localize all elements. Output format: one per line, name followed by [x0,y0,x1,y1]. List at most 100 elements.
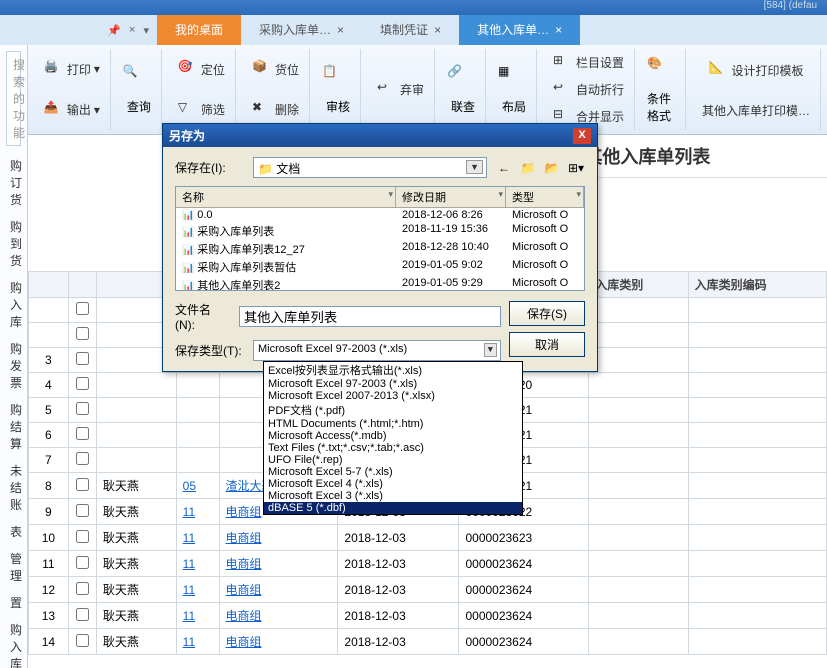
row-checkbox[interactable] [76,452,89,465]
table-row[interactable]: 10耿天燕11电商组2018-12-030000023623 [28,525,826,551]
filename-input[interactable] [239,306,501,327]
row-checkbox[interactable] [76,504,89,517]
sidebar-item[interactable]: 购发票 [0,335,27,396]
inventory-button[interactable]: 📦货位 [248,57,303,81]
col-type[interactable]: 类型 [506,187,584,207]
filetype-select[interactable]: Microsoft Excel 97-2003 (*.xls) [253,340,501,361]
filetype-option[interactable]: Microsoft Excel 4 (*.xls) [264,478,522,490]
filetype-option[interactable]: dBASE 5 (*.dbf) [264,502,522,514]
back-icon[interactable]: ← [495,159,513,177]
sidebar-dropdown-icon[interactable]: ▾ [143,24,149,37]
tab-voucher[interactable]: 填制凭证× [362,15,459,45]
tab-purchase-in[interactable]: 采购入库单…× [241,15,362,45]
cancel-button[interactable]: 取消 [509,332,585,357]
sidebar-item[interactable]: 置 [0,589,27,616]
filetype-option[interactable]: Microsoft Excel 97-2003 (*.xls) [264,378,522,390]
file-row[interactable]: 采购入库单列表暂估2019-01-05 9:02Microsoft O [176,258,584,276]
filetype-option[interactable]: Text Files (*.txt;*.csv;*.tab;*.asc) [264,442,522,454]
print-button[interactable]: 🖨️打印 ▾ [40,57,104,81]
filetype-option[interactable]: Microsoft Excel 5-7 (*.xls) [264,466,522,478]
delete-icon: ✖ [252,100,272,120]
sidebar-item[interactable]: 表 [0,518,27,545]
filetype-option[interactable]: Microsoft Excel 3 (*.xls) [264,490,522,502]
link-icon: 🔗 [447,64,479,96]
cond-format-button[interactable]: 🎨条件格式 [647,56,679,124]
filetype-option[interactable]: UFO File(*.rep) [264,454,522,466]
row-checkbox[interactable] [76,427,89,440]
output-button[interactable]: 📤输出 ▾ [40,98,104,122]
sidebar-item[interactable]: 购入库 [0,616,27,668]
filename-label: 文件名(N): [175,301,231,332]
other-print-button[interactable]: 其他入库单打印模… [698,100,814,121]
up-folder-icon[interactable]: 📁 [519,159,537,177]
table-row[interactable]: 12耿天燕11电商组2018-12-030000023624 [28,577,826,603]
row-checkbox[interactable] [76,478,89,491]
row-checkbox[interactable] [76,352,89,365]
layout-button[interactable]: ▦布局 [498,64,530,115]
save-button[interactable]: 保存(S) [509,301,585,326]
col-catcode[interactable]: 入库类别编码 [688,272,826,298]
sidebar-header: 📌 × ▾ [0,15,157,45]
row-checkbox[interactable] [76,634,89,647]
row-checkbox[interactable] [76,530,89,543]
file-row[interactable]: 其他入库单列表22019-01-05 9:29Microsoft O [176,276,584,291]
tab-other-in[interactable]: 其他入库单…× [459,15,580,45]
pin-icon[interactable]: 📌 [107,24,121,37]
sidebar-item[interactable]: 购到货 [0,213,27,274]
autofold-button[interactable]: ↩自动折行 [549,78,628,102]
search-icon: 🔍 [123,64,155,96]
row-checkbox[interactable] [76,582,89,595]
view-menu-icon[interactable]: ⊞▾ [567,159,585,177]
row-checkbox[interactable] [76,377,89,390]
close-icon[interactable]: × [555,23,562,37]
delete-button[interactable]: ✖删除 [248,98,303,122]
search-input[interactable]: 搜索的功能 [6,51,21,146]
col-cat[interactable]: 入库类别 [589,272,688,298]
filter-button[interactable]: ▽筛选 [174,98,229,122]
table-row[interactable]: 14耿天燕11电商组2018-12-030000023624 [28,629,826,655]
filetype-option[interactable]: PDF文档 (*.pdf) [264,402,522,418]
file-row[interactable]: 0.02018-12-06 8:26Microsoft O [176,208,584,222]
save-in-select[interactable]: 📁 文档 [253,157,487,178]
filetype-option[interactable]: Excel按列表显示格式输出(*.xls) [264,362,522,378]
sidebar-close-icon[interactable]: × [129,24,135,36]
col-check[interactable] [68,272,96,298]
funnel-icon: ▽ [178,100,198,120]
abandon-button[interactable]: ↩弃审 [373,78,428,102]
col-mtime[interactable]: 修改日期 [396,187,506,207]
dialog-close-button[interactable]: X [573,128,591,144]
sidebar-item[interactable]: 管理 [0,545,27,589]
row-checkbox[interactable] [76,302,89,315]
audit-button[interactable]: 📋审核 [322,64,354,115]
file-row[interactable]: 采购入库单列表2018-11-19 15:36Microsoft O [176,222,584,240]
new-folder-icon[interactable]: 📂 [543,159,561,177]
table-row[interactable]: 11耿天燕11电商组2018-12-030000023624 [28,551,826,577]
sidebar-item[interactable]: 购结算 [0,396,27,457]
col-rownum[interactable] [28,272,68,298]
sidebar-item[interactable]: 未结账 [0,457,27,518]
close-icon[interactable]: × [337,23,344,37]
row-checkbox[interactable] [76,556,89,569]
design-template-button[interactable]: 📐设计打印模板 [704,58,807,82]
dialog-titlebar[interactable]: 另存为 X [163,124,597,147]
table-row[interactable]: 13耿天燕11电商组2018-12-030000023624 [28,603,826,629]
locate-button[interactable]: 🎯定位 [174,57,229,81]
titlebar: [584] (defau [0,0,827,15]
col-name[interactable]: 名称 [176,187,396,207]
filetype-option[interactable]: HTML Documents (*.html;*.htm) [264,418,522,430]
sidebar-item[interactable]: 购入库 [0,274,27,335]
filetype-dropdown[interactable]: Excel按列表显示格式输出(*.xls)Microsoft Excel 97-… [263,361,523,515]
file-row[interactable]: 采购入库单列表12_272018-12-28 10:40Microsoft O [176,240,584,258]
row-checkbox[interactable] [76,327,89,340]
file-list[interactable]: 名称 修改日期 类型 0.02018-12-06 8:26Microsoft O… [175,186,585,291]
tab-desktop[interactable]: 我的桌面 [157,15,241,45]
row-checkbox[interactable] [76,608,89,621]
sidebar-item[interactable]: 购订货 [0,152,27,213]
close-icon[interactable]: × [434,23,441,37]
column-set-button[interactable]: ⊞栏目设置 [549,51,628,75]
query-button[interactable]: 🔍查询 [123,64,155,115]
filetype-option[interactable]: Microsoft Excel 2007-2013 (*.xlsx) [264,390,522,402]
joint-button[interactable]: 🔗联查 [447,64,479,115]
filetype-option[interactable]: Microsoft Access(*.mdb) [264,430,522,442]
row-checkbox[interactable] [76,402,89,415]
